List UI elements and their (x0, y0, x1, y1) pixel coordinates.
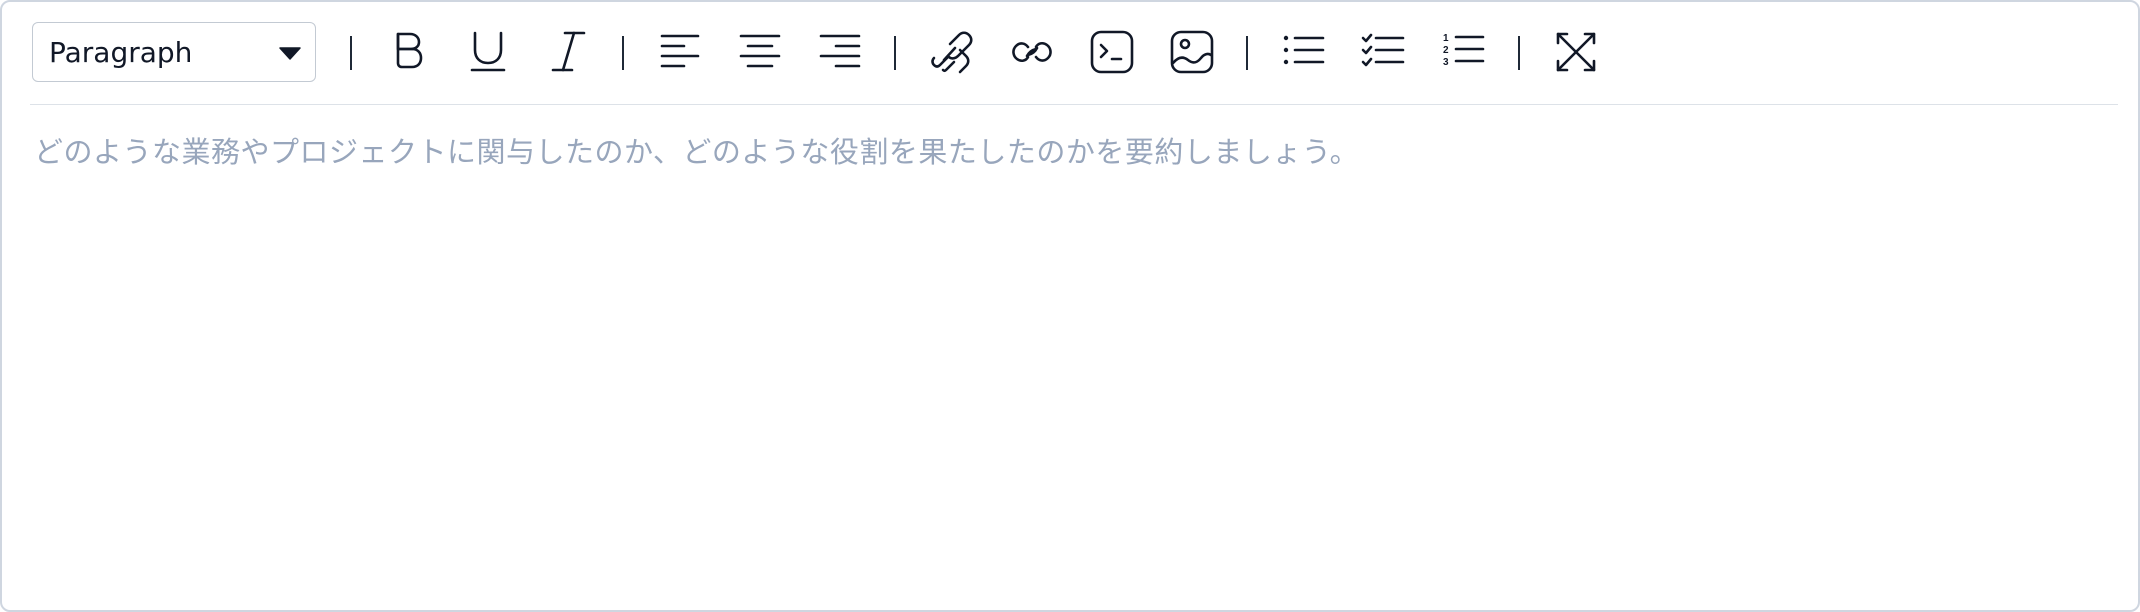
italic-button[interactable] (542, 28, 594, 76)
toolbar-separator (622, 36, 624, 70)
expand-icon (1556, 32, 1596, 72)
block-format-select[interactable]: Paragraph (32, 22, 316, 82)
editor-toolbar: Paragraph 1 2 3 (30, 20, 2118, 105)
list-number-2: 2 (1443, 45, 1449, 56)
numbered-list-icon: 1 2 3 (1443, 33, 1485, 68)
bullet-list-icon (1283, 35, 1325, 65)
underline-icon (470, 31, 506, 72)
align-right-button[interactable] (814, 28, 866, 76)
fullscreen-button[interactable] (1550, 28, 1602, 76)
align-left-button[interactable] (654, 28, 706, 76)
block-format-value: Paragraph (49, 36, 193, 69)
chain-link-icon (1012, 41, 1052, 63)
align-center-icon (739, 34, 781, 68)
editor-content-area[interactable]: どのような業務やプロジェクトに関与したのか、どのような役割を果たしたのかを要約し… (30, 106, 2110, 590)
bullet-list-button[interactable] (1278, 28, 1330, 76)
bold-button[interactable] (382, 28, 434, 76)
code-block-button[interactable] (1086, 28, 1138, 76)
toolbar-separator (1518, 36, 1520, 70)
toolbar-separator (894, 36, 896, 70)
underline-button[interactable] (462, 28, 514, 76)
link-button[interactable] (926, 28, 978, 76)
toolbar-separator (350, 36, 352, 70)
align-center-button[interactable] (734, 28, 786, 76)
numbered-list-button[interactable]: 1 2 3 (1438, 28, 1490, 76)
editor-placeholder: どのような業務やプロジェクトに関与したのか、どのような役割を果たしたのかを要約し… (34, 135, 1360, 169)
checklist-button[interactable] (1358, 28, 1410, 76)
rich-text-editor: Paragraph 1 2 3 どのような業務やプロジェクトに関与したのか、どの… (0, 0, 2140, 612)
terminal-icon (1090, 30, 1134, 74)
list-number-3: 3 (1443, 57, 1449, 68)
bold-icon (396, 32, 423, 69)
list-number-1: 1 (1443, 33, 1449, 44)
align-right-icon (819, 34, 861, 68)
image-icon (1170, 30, 1214, 74)
unlink-button[interactable] (1006, 28, 1058, 76)
image-button[interactable] (1166, 28, 1218, 76)
italic-icon (551, 31, 586, 72)
align-left-icon (660, 34, 700, 68)
toolbar-separator (1246, 36, 1248, 70)
paperclip-link-icon (931, 31, 973, 74)
checklist-icon (1361, 33, 1405, 67)
caret-down-icon (279, 47, 301, 60)
